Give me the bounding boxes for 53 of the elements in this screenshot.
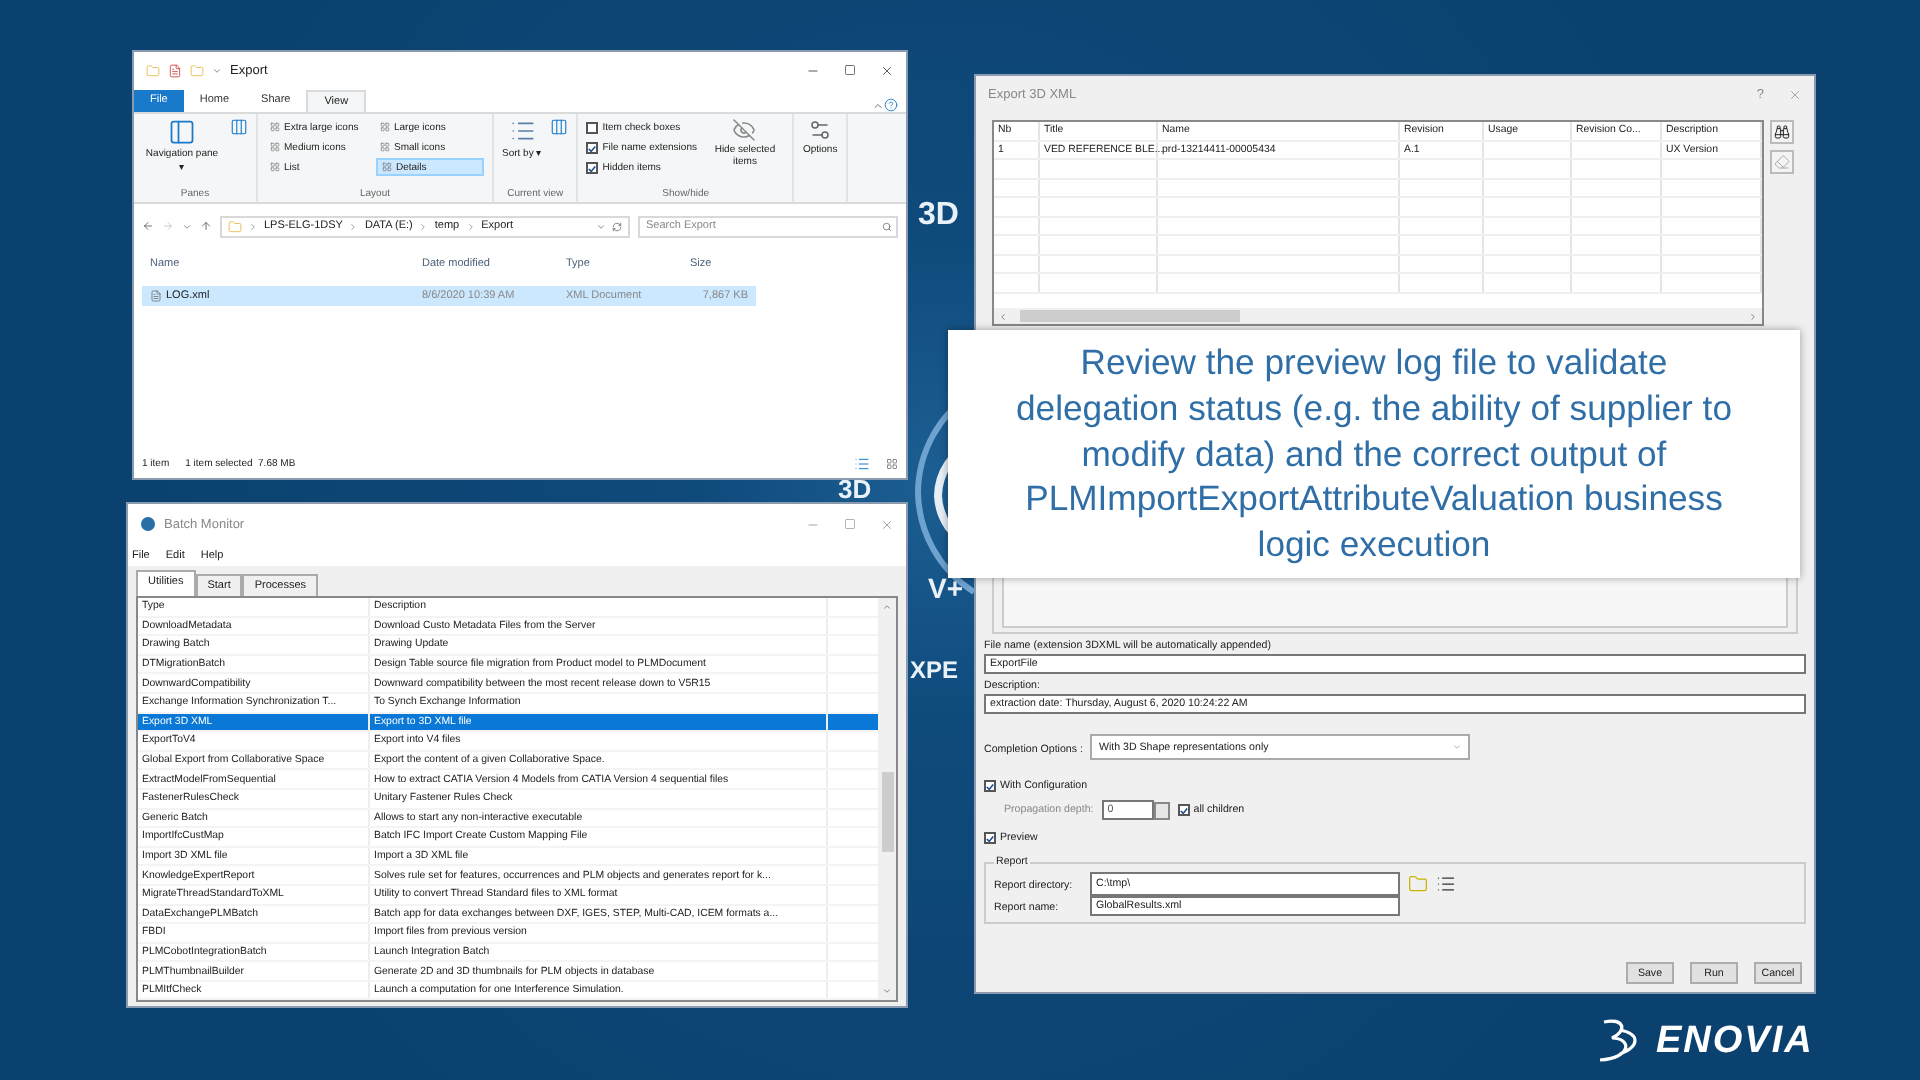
refresh-icon[interactable] xyxy=(612,221,622,231)
horizontal-scrollbar[interactable] xyxy=(994,308,1762,324)
chevron-icon xyxy=(348,221,359,231)
logo-lettering: 3D xyxy=(918,200,959,232)
search-objects-button[interactable] xyxy=(1770,120,1794,144)
back-icon[interactable] xyxy=(142,220,154,232)
logo-lettering: 3D xyxy=(838,476,872,502)
binoculars-icon xyxy=(1774,124,1790,140)
folder-icon xyxy=(190,63,204,77)
dropdown-icon[interactable] xyxy=(596,221,606,231)
list-icon[interactable] xyxy=(1436,874,1456,894)
logo-lettering: XPE xyxy=(910,658,959,682)
scroll-right-icon xyxy=(1748,311,1758,321)
callout-text: Review the preview log file to validate delegation status (e.g. the ability of supplier to modify data) and the correct output of PLMImportExportAttributeValuation business logic execution xyxy=(1014,339,1734,569)
dropdown-icon xyxy=(1452,742,1463,752)
tiles-view-icon[interactable] xyxy=(886,458,898,470)
scrollbar[interactable] xyxy=(878,598,896,1001)
maximize-icon[interactable] xyxy=(844,64,856,76)
brand-name: ENOVIA xyxy=(1656,1021,1814,1059)
details-view-icon[interactable] xyxy=(854,456,870,472)
document-icon xyxy=(168,63,182,77)
folder-icon[interactable] xyxy=(1408,874,1428,894)
checkbox[interactable] xyxy=(984,832,996,844)
help-icon xyxy=(884,98,898,112)
columns-icon xyxy=(550,118,569,136)
hide-icon xyxy=(732,118,757,142)
checkbox[interactable] xyxy=(586,162,599,174)
eraser-icon xyxy=(1774,154,1790,170)
up-icon[interactable] xyxy=(200,220,212,232)
checkbox[interactable] xyxy=(586,142,599,154)
checkbox[interactable] xyxy=(1177,804,1190,816)
scroll-down-icon xyxy=(882,986,892,997)
panel-icon xyxy=(168,118,196,146)
maximize-icon[interactable] xyxy=(844,518,856,530)
logo-lettering: V+ xyxy=(928,574,964,602)
chevron-icon xyxy=(418,221,429,231)
app-icon xyxy=(140,516,156,532)
file-icon xyxy=(150,290,162,302)
chevron-icon xyxy=(248,221,258,231)
folder-icon xyxy=(228,219,242,233)
chevron-icon xyxy=(465,221,476,231)
checkbox[interactable] xyxy=(586,122,599,134)
folder-icon xyxy=(146,63,160,77)
options-icon xyxy=(808,118,833,142)
recent-icon[interactable] xyxy=(182,221,192,231)
scroll-left-icon xyxy=(998,311,1008,321)
close-icon[interactable] xyxy=(880,63,894,77)
dropdown-icon xyxy=(212,65,222,75)
pane-icon xyxy=(230,118,248,136)
scroll-up-icon xyxy=(882,602,892,612)
search-icon xyxy=(882,221,892,231)
checkbox[interactable] xyxy=(984,780,996,792)
collapse-icon[interactable] xyxy=(872,100,884,112)
